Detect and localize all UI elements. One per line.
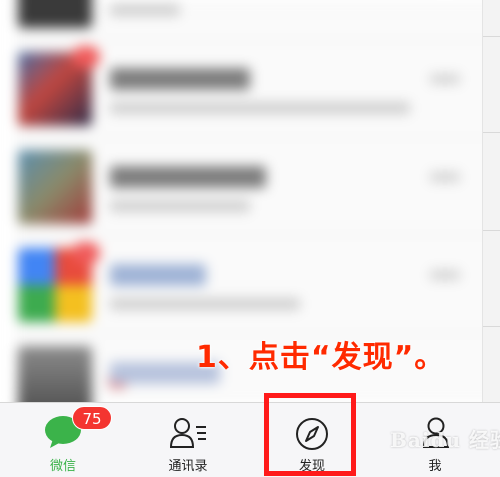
baidu-watermark: Baidu 经验 — [390, 428, 500, 452]
tab-label: 微信 — [49, 459, 76, 474]
instruction-annotation: 1、点击“发现”。 — [196, 340, 446, 375]
chat-name — [110, 166, 266, 188]
chat-name — [110, 264, 206, 286]
message-preview — [110, 200, 250, 212]
tab-label: 我 — [428, 459, 442, 474]
tab-contacts[interactable]: 通讯录 — [152, 403, 224, 477]
timestamp — [430, 270, 460, 280]
tab-label: 通讯录 — [168, 459, 208, 474]
chat-name — [110, 68, 250, 90]
unread-dot — [72, 46, 100, 68]
timestamp — [430, 172, 460, 182]
avatar — [18, 150, 92, 224]
unread-dot — [72, 242, 100, 264]
chat-row[interactable] — [14, 0, 500, 40]
unread-count-badge: 75 — [72, 406, 112, 430]
chat-row[interactable] — [14, 138, 500, 236]
message-preview — [110, 4, 180, 16]
scroll-edge — [482, 0, 500, 402]
timestamp — [430, 74, 460, 84]
chat-row[interactable] — [14, 40, 500, 138]
message-preview — [110, 102, 410, 114]
contacts-icon — [169, 417, 208, 453]
highlight-box — [264, 393, 356, 476]
avatar — [18, 0, 92, 28]
tab-wechat[interactable]: 75 微信 — [28, 403, 112, 477]
chat-row[interactable] — [14, 236, 500, 334]
screen: 1、点击“发现”。 75 微信 通讯录 发现 我 Baidu 经验 — [0, 0, 500, 477]
message-preview — [110, 298, 300, 310]
